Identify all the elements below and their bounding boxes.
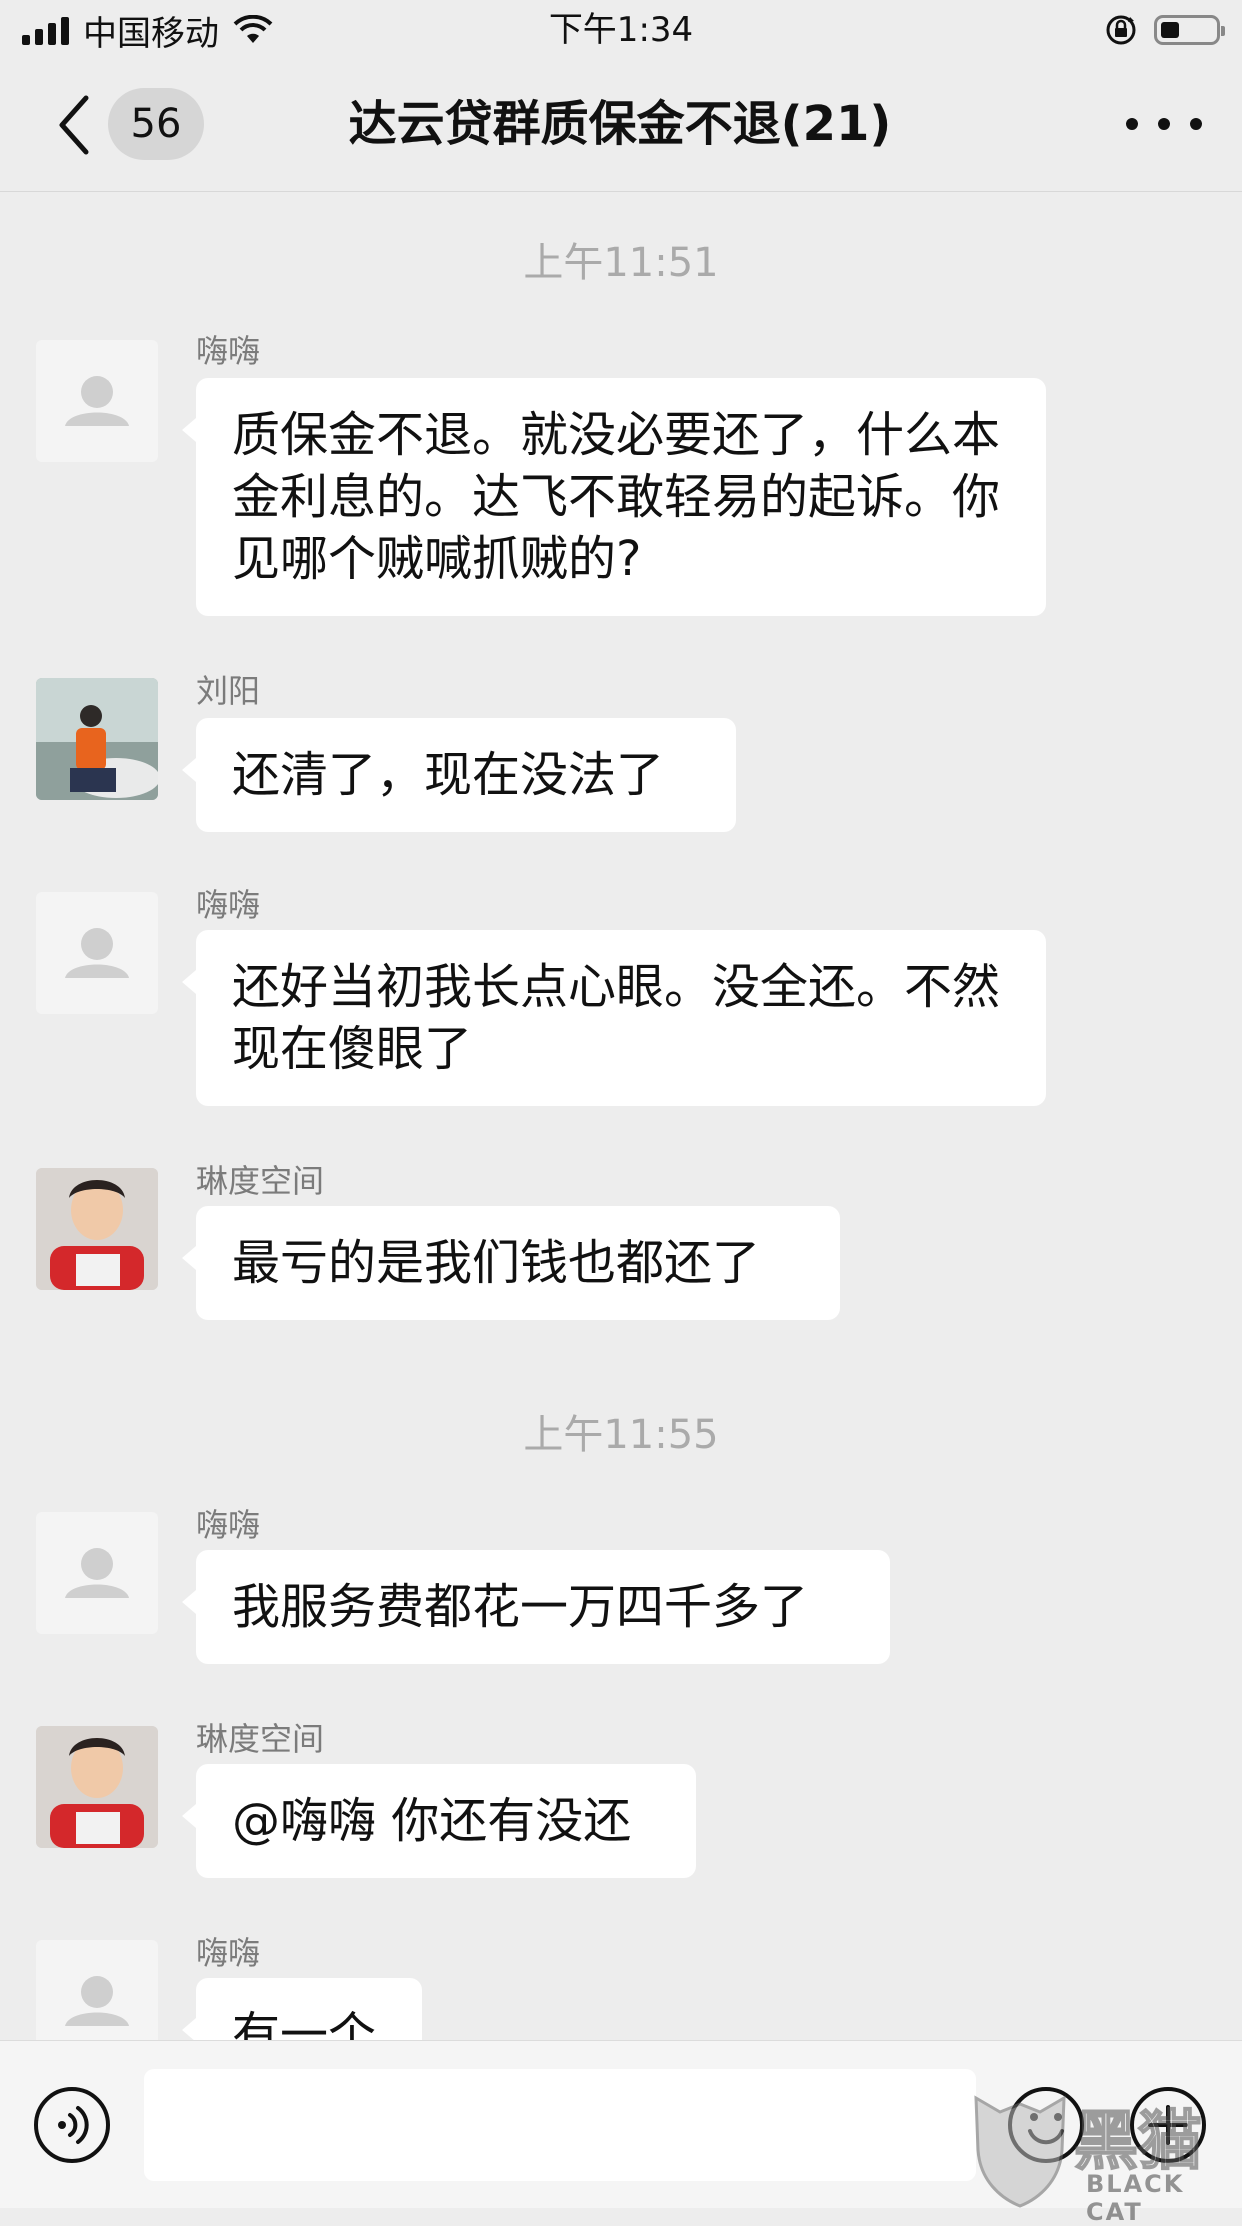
avatar[interactable]	[36, 1168, 158, 1290]
message-bubble[interactable]: 质保金不退。就没必要还了，什么本金利息的。达飞不敢轻易的起诉。你见哪个贼喊抓贼的…	[182, 378, 1046, 616]
avatar[interactable]	[36, 340, 158, 462]
watermark-en-text: BLACK CAT	[1086, 2170, 1185, 2226]
default-avatar-icon	[65, 1976, 129, 2026]
user-photo-avatar	[36, 678, 158, 800]
message-bubble[interactable]: 最亏的是我们钱也都还了	[182, 1206, 840, 1320]
sender-name: 琳度空间	[196, 1162, 325, 1200]
timestamp: 上午11:51	[523, 240, 719, 286]
sender-name: 刘阳	[196, 672, 261, 710]
battery-icon	[1154, 15, 1225, 45]
avatar[interactable]	[36, 1512, 158, 1634]
status-time: 下午1:34	[548, 10, 694, 50]
unread-count-badge[interactable]: 56	[108, 88, 204, 160]
sender-name: 嗨嗨	[196, 1506, 261, 1544]
cat-shield-icon	[974, 2095, 1066, 2208]
voice-input-icon[interactable]	[32, 2085, 112, 2165]
default-avatar-icon	[65, 1548, 129, 1598]
message-bubble[interactable]: 我服务费都花一万四千多了	[182, 1550, 890, 1664]
user-photo-avatar	[36, 1168, 158, 1290]
chat-area[interactable]: 上午11:51 嗨嗨 质保金不退。就没必要还了，什么本金利息的。达飞不敢轻易的起…	[0, 192, 1242, 2040]
rotation-lock-icon	[1106, 15, 1136, 45]
watermark-cn-text: 黑猫	[1073, 2104, 1203, 2180]
avatar[interactable]	[36, 892, 158, 1014]
default-avatar-icon	[65, 376, 129, 426]
message-bubble[interactable]: 有一个	[182, 1978, 422, 2040]
timestamp: 上午11:55	[523, 1412, 719, 1458]
sender-name: 嗨嗨	[196, 332, 261, 370]
default-avatar-icon	[65, 928, 129, 978]
status-right	[1104, 8, 1225, 52]
nav-bar: 56 达云贷群质保金不退(21)	[0, 60, 1242, 192]
sender-name: 嗨嗨	[196, 1934, 261, 1972]
back-chevron-icon[interactable]	[50, 90, 100, 160]
blackcat-watermark-logo: 黑猫 BLACK CAT	[970, 2090, 1242, 2226]
avatar[interactable]	[36, 1726, 158, 1848]
message-bubble[interactable]: 还好当初我长点心眼。没全还。不然现在傻眼了	[182, 930, 1046, 1106]
chat-title: 达云贷群质保金不退(21)	[348, 96, 892, 152]
user-photo-avatar	[36, 1726, 158, 1848]
avatar[interactable]	[36, 1940, 158, 2040]
sender-name: 琳度空间	[196, 1720, 325, 1758]
message-bubble[interactable]: 还清了，现在没法了	[182, 718, 736, 832]
status-bar: 中国移动 下午1:34	[0, 0, 1242, 60]
sender-name: 嗨嗨	[196, 886, 261, 924]
avatar[interactable]	[36, 678, 158, 800]
message-bubble[interactable]: @嗨嗨 你还有没还	[182, 1764, 696, 1878]
message-input[interactable]	[144, 2069, 976, 2181]
more-options-icon[interactable]	[1126, 100, 1202, 148]
